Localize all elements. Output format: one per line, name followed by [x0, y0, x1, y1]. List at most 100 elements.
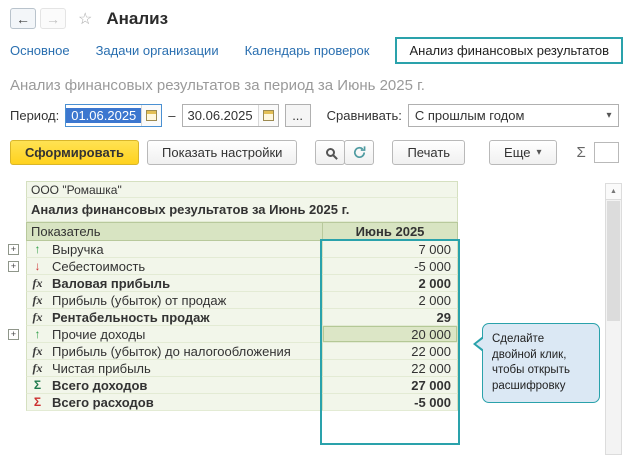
- period-label: Период:: [10, 108, 59, 123]
- row-value[interactable]: 29: [322, 309, 458, 326]
- top-bar: ← → ☆ Анализ: [0, 0, 629, 31]
- expander-cell: [8, 394, 26, 411]
- generate-button[interactable]: Сформировать: [10, 140, 139, 165]
- search-button[interactable]: [315, 140, 345, 165]
- row-value[interactable]: 2 000: [322, 292, 458, 309]
- forward-arrow-icon: →: [46, 11, 60, 27]
- compare-select[interactable]: С прошлым годом ▾: [408, 104, 619, 127]
- calendar-picker-button[interactable]: [258, 105, 278, 126]
- org-name-cell[interactable]: ООО "Ромашка": [26, 181, 458, 198]
- row-label[interactable]: Всего расходов: [48, 394, 322, 411]
- autosum-sigma-icon: Σ: [577, 144, 586, 161]
- back-arrow-icon: ←: [16, 11, 30, 27]
- more-button[interactable]: Еще ▾: [489, 140, 556, 165]
- back-button[interactable]: ←: [10, 8, 36, 29]
- calendar-icon: [146, 110, 157, 121]
- chevron-down-icon[interactable]: ▾: [600, 110, 618, 121]
- tab-financial-analysis-active[interactable]: Анализ финансовых результатов: [395, 37, 623, 64]
- expander-cell: [8, 326, 26, 343]
- table-header-row: Показатель Июнь 2025: [8, 222, 620, 241]
- expand-plus-icon[interactable]: [8, 329, 19, 340]
- expander-cell: [8, 343, 26, 360]
- refresh-button[interactable]: [344, 140, 374, 165]
- row-value[interactable]: -5 000: [322, 394, 458, 411]
- row-label[interactable]: Всего доходов: [48, 377, 322, 394]
- period-more-button[interactable]: ...: [285, 104, 311, 127]
- row-label[interactable]: Себестоимость: [48, 258, 322, 275]
- row-indicator-icon: ↑: [26, 326, 48, 343]
- tab-org-tasks[interactable]: Задачи организации: [96, 43, 219, 58]
- report-title-cell[interactable]: Анализ финансовых результатов за Июнь 20…: [26, 198, 458, 222]
- scrollbar-thumb[interactable]: [607, 201, 620, 321]
- row-label[interactable]: Валовая прибыль: [48, 275, 322, 292]
- show-settings-button[interactable]: Показать настройки: [147, 140, 297, 165]
- row-indicator-icon: Σ: [26, 377, 48, 394]
- period-from-value[interactable]: 01.06.2025: [66, 108, 141, 123]
- scrollbar-up-button[interactable]: ▲: [606, 184, 621, 200]
- table-row[interactable]: fx Валовая прибыль 2 000: [8, 275, 620, 292]
- expander-cell: [8, 309, 26, 326]
- row-indicator-icon: Σ: [26, 394, 48, 411]
- nav-tabs: Основное Задачи организации Календарь пр…: [0, 31, 629, 68]
- toolbar-icon-group: [315, 140, 374, 165]
- row-label[interactable]: Выручка: [48, 241, 322, 258]
- period-from-field[interactable]: 01.06.2025: [65, 104, 162, 127]
- period-to-field[interactable]: 30.06.2025: [182, 104, 279, 127]
- expander-margin: [8, 181, 26, 198]
- row-label[interactable]: Прибыль (убыток) от продаж: [48, 292, 322, 309]
- chevron-down-icon: ▾: [537, 147, 542, 158]
- tab-main[interactable]: Основное: [10, 43, 70, 58]
- table-row[interactable]: fx Прибыль (убыток) от продаж 2 000: [8, 292, 620, 309]
- expander-cell: [8, 360, 26, 377]
- row-indicator-icon: fx: [26, 292, 48, 309]
- row-label[interactable]: Прибыль (убыток) до налогообложения: [48, 343, 322, 360]
- compare-selected-value: С прошлым годом: [415, 108, 525, 123]
- expander-cell: [8, 275, 26, 292]
- row-indicator-icon: ↑: [26, 241, 48, 258]
- autosum-field[interactable]: [594, 142, 619, 163]
- tab-check-calendar[interactable]: Календарь проверок: [245, 43, 370, 58]
- favorite-star-icon[interactable]: ☆: [78, 9, 92, 29]
- expander-margin: [8, 198, 26, 222]
- expand-plus-icon[interactable]: [8, 244, 19, 255]
- period-to-value[interactable]: 30.06.2025: [183, 108, 258, 123]
- calendar-icon: [263, 110, 274, 121]
- row-label[interactable]: Рентабельность продаж: [48, 309, 322, 326]
- report-title-row: Анализ финансовых результатов за Июнь 20…: [8, 198, 620, 222]
- row-value[interactable]: 20 000: [322, 326, 458, 343]
- row-value[interactable]: 2 000: [322, 275, 458, 292]
- row-value[interactable]: 7 000: [322, 241, 458, 258]
- row-value[interactable]: 22 000: [322, 343, 458, 360]
- calendar-picker-button[interactable]: [141, 105, 161, 126]
- row-label[interactable]: Чистая прибыль: [48, 360, 322, 377]
- row-value[interactable]: -5 000: [322, 258, 458, 275]
- row-indicator-icon: fx: [26, 343, 48, 360]
- expand-plus-icon[interactable]: [8, 261, 19, 272]
- row-indicator-icon: fx: [26, 360, 48, 377]
- expander-cell: [8, 241, 26, 258]
- search-icon: [326, 148, 335, 157]
- column-header-month: Июнь 2025: [322, 222, 458, 241]
- period-row: Период: 01.06.2025 – 30.06.2025 ... Срав…: [0, 100, 629, 131]
- compare-label: Сравнивать:: [327, 108, 402, 123]
- expander-cell: [8, 292, 26, 309]
- vertical-scrollbar[interactable]: ▲: [605, 183, 622, 455]
- table-row[interactable]: ↑ Выручка 7 000: [8, 241, 620, 258]
- row-value[interactable]: 27 000: [322, 377, 458, 394]
- page-title: Анализ: [106, 9, 168, 29]
- column-header-indicator: Показатель: [26, 222, 322, 241]
- row-value[interactable]: 22 000: [322, 360, 458, 377]
- forward-button[interactable]: →: [40, 8, 66, 29]
- report-table: ООО "Ромашка" Анализ финансовых результа…: [8, 181, 620, 455]
- table-row[interactable]: ↓ Себестоимость -5 000: [8, 258, 620, 275]
- scroll-up-arrow-icon: ▲: [610, 188, 617, 195]
- print-button[interactable]: Печать: [392, 140, 465, 165]
- row-indicator-icon: fx: [26, 309, 48, 326]
- row-label[interactable]: Прочие доходы: [48, 326, 322, 343]
- expander-margin: [8, 222, 26, 241]
- row-indicator-icon: fx: [26, 275, 48, 292]
- more-button-label: Еще: [504, 145, 530, 160]
- double-click-callout: Сделайте двойной клик, чтобы открыть рас…: [482, 323, 600, 403]
- expander-cell: [8, 377, 26, 394]
- report-subtitle: Анализ финансовых результатов за период …: [0, 68, 629, 100]
